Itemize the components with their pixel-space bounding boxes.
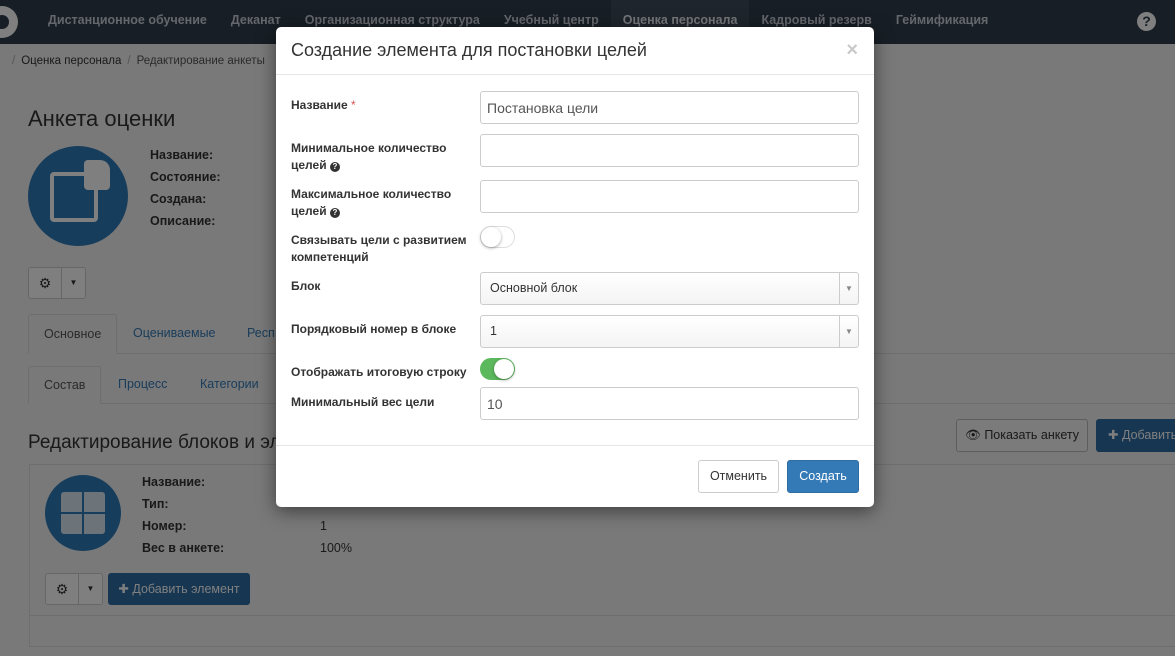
modal-title: Создание элемента для постановки целей xyxy=(291,40,647,60)
question-circle-icon[interactable]: ? xyxy=(329,208,340,218)
link-competences-toggle[interactable] xyxy=(480,226,515,248)
link-competences-label: Связывать цели с развитием компетенций xyxy=(291,233,467,264)
min-goals-label-text: Минимальное количество целей xyxy=(291,141,447,172)
show-total-label: Отображать итоговую строку xyxy=(291,365,467,379)
toggle-knob xyxy=(481,227,501,247)
create-button[interactable]: Создать xyxy=(787,460,859,493)
modal-footer-divider xyxy=(276,445,874,446)
name-field-label: Название * xyxy=(291,97,476,114)
caret-down-icon: ▼ xyxy=(839,316,858,347)
cancel-button[interactable]: Отменить xyxy=(698,460,779,493)
toggle-knob xyxy=(494,359,514,379)
order-number-value: 1 xyxy=(490,324,497,338)
required-marker: * xyxy=(351,98,356,112)
max-goals-label: Максимальное количество целей ? xyxy=(291,186,476,220)
close-icon[interactable]: × xyxy=(846,39,858,61)
max-goals-label-text: Максимальное количество целей xyxy=(291,187,452,218)
create-goal-element-modal: Создание элемента для постановки целей ×… xyxy=(276,27,874,507)
show-total-toggle[interactable] xyxy=(480,358,515,380)
max-goals-input[interactable] xyxy=(480,180,859,213)
question-circle-icon[interactable]: ? xyxy=(329,162,340,172)
name-label-text: Название xyxy=(291,98,348,112)
name-input[interactable] xyxy=(480,91,859,124)
caret-down-icon: ▼ xyxy=(839,273,858,304)
min-goals-label: Минимальное количество целей ? xyxy=(291,140,476,174)
min-weight-label: Минимальный вес цели xyxy=(291,395,435,409)
min-goals-input[interactable] xyxy=(480,134,859,167)
order-number-label: Порядковый номер в блоке xyxy=(291,322,457,336)
order-number-select[interactable]: 1 ▼ xyxy=(480,315,859,348)
block-select[interactable]: Основной блок ▼ xyxy=(480,272,859,305)
min-weight-input[interactable] xyxy=(480,387,859,420)
modal-header: Создание элемента для постановки целей × xyxy=(276,27,874,75)
block-label: Блок xyxy=(291,279,321,293)
block-select-value: Основной блок xyxy=(490,281,578,295)
